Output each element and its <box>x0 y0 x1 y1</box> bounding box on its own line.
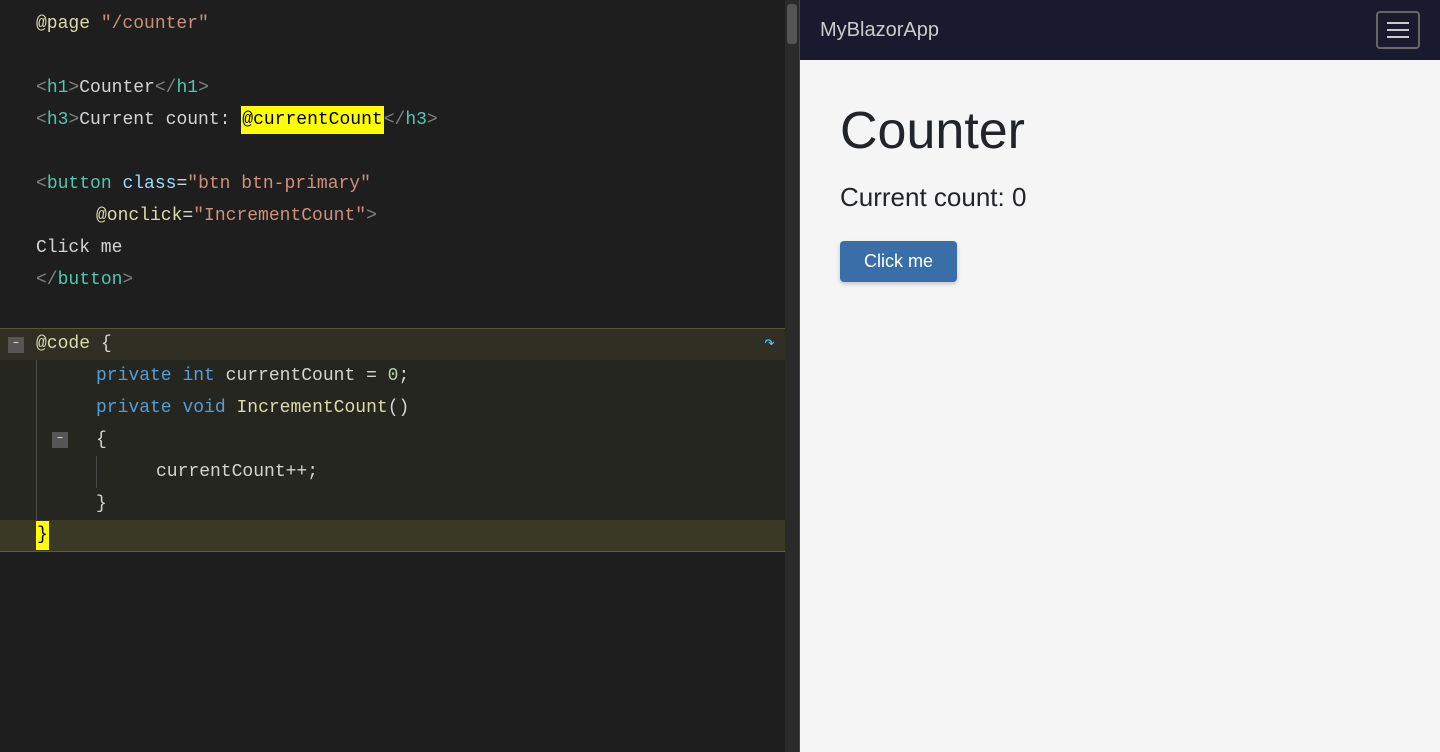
highlight-currentcount: @currentCount <box>241 106 383 135</box>
code-line-8: Click me <box>0 232 799 264</box>
code-editor: @page "/counter" <h1>Counter</h1> <h3>Cu… <box>0 0 800 752</box>
closing-brace-yellow: } <box>36 521 49 550</box>
code-line-16: } <box>0 488 799 520</box>
code-str-1: "/counter" <box>101 10 209 39</box>
app-main-content: Counter Current count: 0 Click me <box>800 60 1440 752</box>
hamburger-menu-button[interactable] <box>1376 11 1420 49</box>
code-line-15: currentCount++; <box>0 456 799 488</box>
code-content: @page "/counter" <h1>Counter</h1> <h3>Cu… <box>0 0 799 560</box>
click-me-button[interactable]: Click me <box>840 241 957 282</box>
code-line-17: } <box>0 520 799 552</box>
collapse-icon-11[interactable]: − <box>8 337 24 353</box>
code-line-3: <h1>Counter</h1> <box>0 72 799 104</box>
code-at-1: @page <box>36 10 101 39</box>
code-line-10 <box>0 296 799 328</box>
hamburger-line-1 <box>1387 22 1409 24</box>
code-line-6: <button class="btn btn-primary" <box>0 168 799 200</box>
hamburger-line-2 <box>1387 29 1409 31</box>
code-line-9: </button> <box>0 264 799 296</box>
app-preview: MyBlazorApp Counter Current count: 0 Cli… <box>800 0 1440 752</box>
editor-scrollbar[interactable] <box>785 0 799 752</box>
navbar-brand: MyBlazorApp <box>820 19 939 42</box>
collapse-icon-14[interactable]: − <box>52 432 68 448</box>
code-line-2 <box>0 40 799 72</box>
current-count-display: Current count: 0 <box>840 182 1400 213</box>
hamburger-line-3 <box>1387 36 1409 38</box>
code-line-11: − @code { ↷ <box>0 328 799 360</box>
code-line-4: <h3>Current count: @currentCount</h3> <box>0 104 799 136</box>
navbar: MyBlazorApp <box>800 0 1440 60</box>
code-line-12: private int currentCount = 0; <box>0 360 799 392</box>
code-line-7: @onclick="IncrementCount"> <box>0 200 799 232</box>
scrollbar-thumb[interactable] <box>787 4 797 44</box>
code-line-13: private void IncrementCount() <box>0 392 799 424</box>
code-line-14: − { <box>0 424 799 456</box>
page-title: Counter <box>840 100 1400 162</box>
code-line-1: @page "/counter" <box>0 8 799 40</box>
arrow-indicator: ↷ <box>764 330 775 359</box>
code-line-5 <box>0 136 799 168</box>
